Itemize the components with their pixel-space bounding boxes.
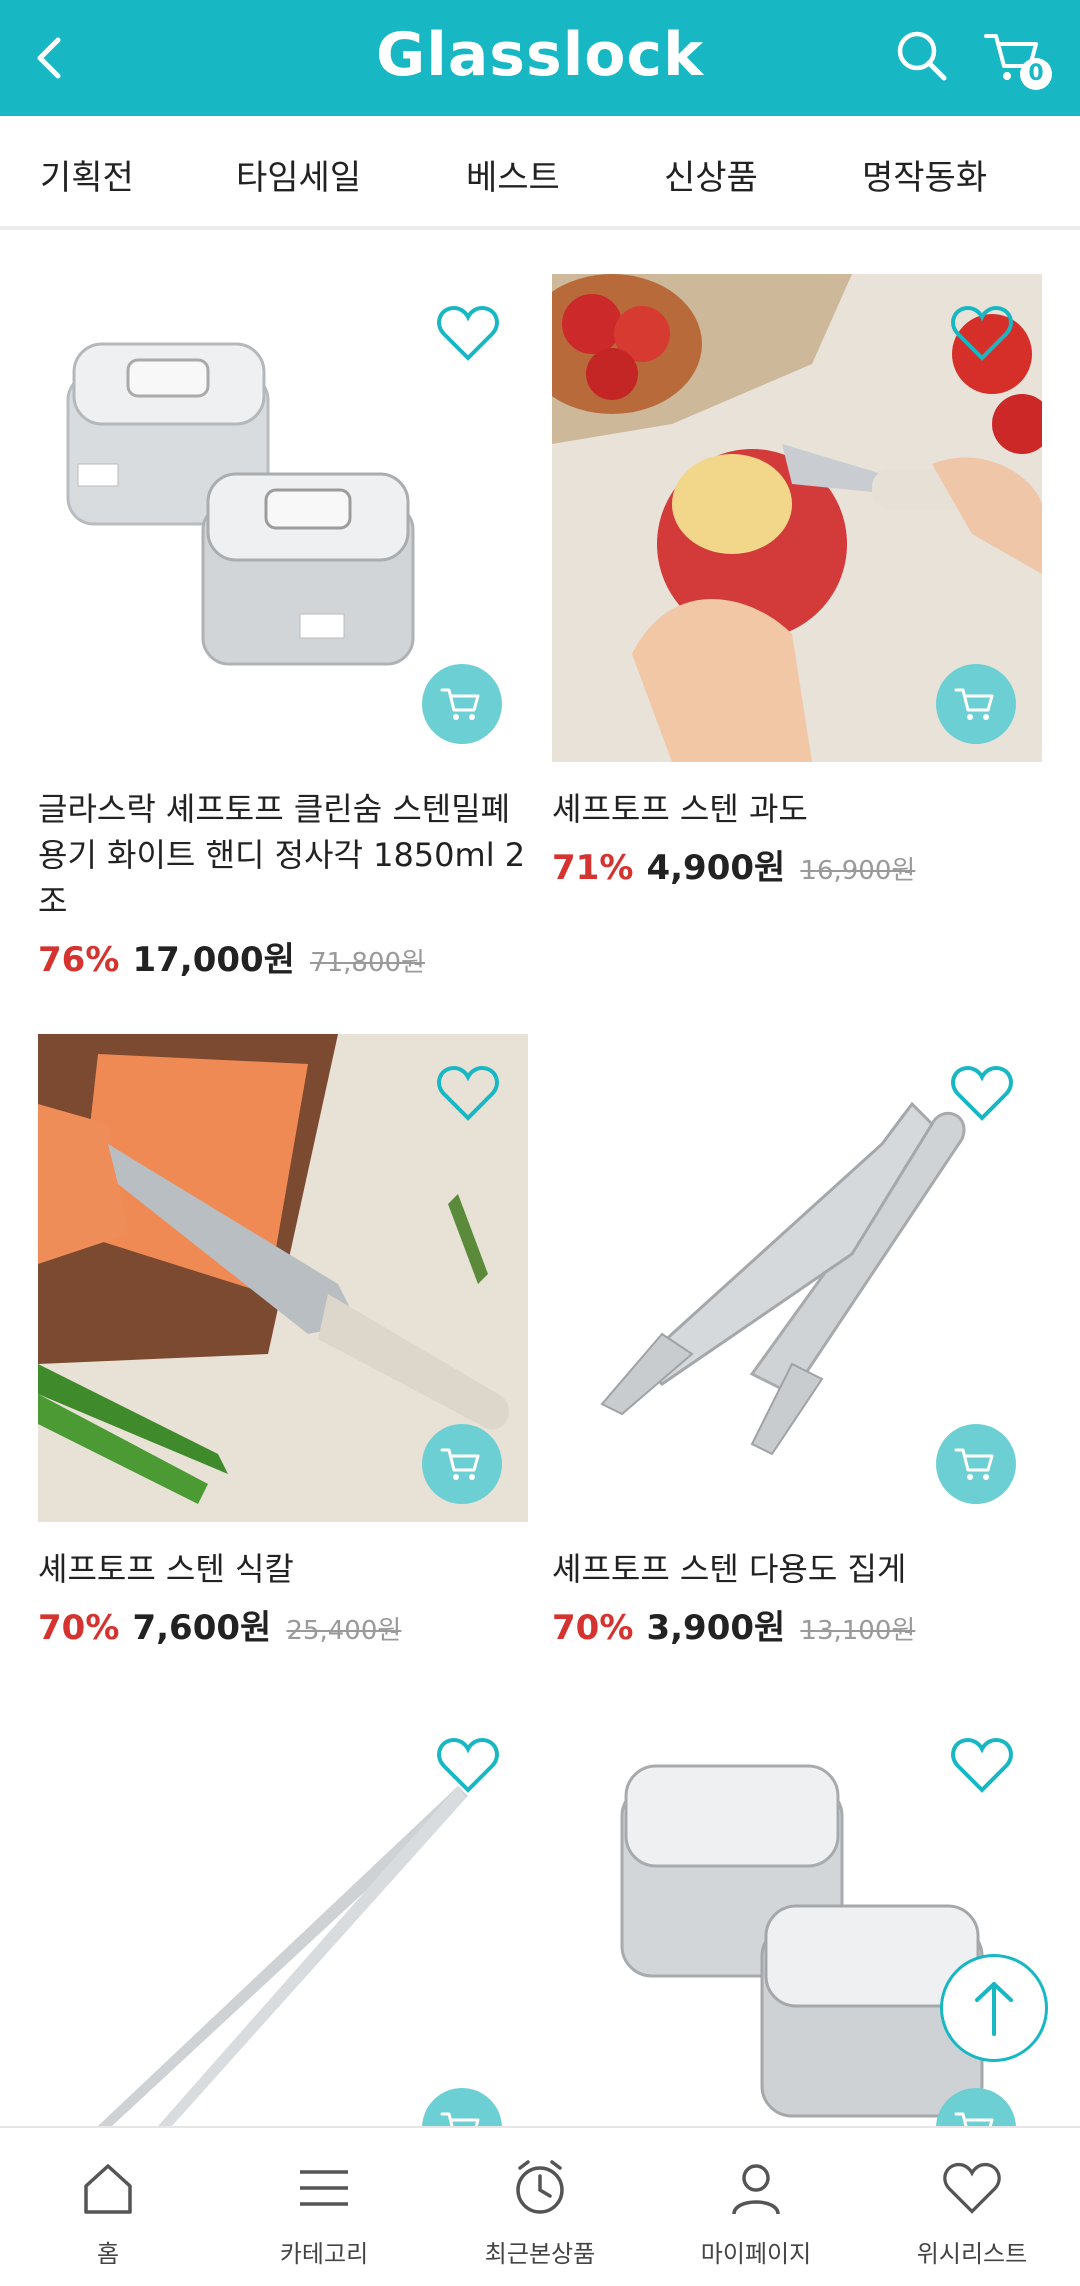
product-image[interactable] bbox=[38, 274, 528, 762]
discount-rate: 70% bbox=[552, 1608, 634, 1648]
product-card[interactable]: 셰프토프 스텐 과도 71% 4,900원 16,900원 bbox=[552, 274, 1042, 889]
cart-count-badge: 0 bbox=[1020, 58, 1052, 90]
menu-icon bbox=[300, 2170, 348, 2206]
product-name[interactable]: 셰프토프 스텐 식칼 bbox=[38, 1546, 528, 1592]
product-image[interactable] bbox=[38, 1706, 528, 2126]
product-image[interactable] bbox=[552, 274, 1042, 762]
wishlist-heart-button[interactable] bbox=[950, 304, 1014, 362]
nav-label: 마이페이지 bbox=[700, 2240, 812, 2268]
cart-icon bbox=[440, 1448, 480, 1480]
product-card[interactable]: 글라스락 셰프토프 클린숨 스텐밀폐용기 화이트 핸디 정사각 1850ml 2… bbox=[38, 274, 528, 981]
nav-label: 최근본상품 bbox=[484, 2240, 596, 2268]
product-card[interactable] bbox=[38, 1706, 528, 2126]
cart-icon bbox=[954, 2112, 994, 2126]
wishlist-heart-button[interactable] bbox=[950, 1064, 1014, 1122]
add-to-cart-button[interactable] bbox=[936, 664, 1016, 744]
scroll-to-top-button[interactable] bbox=[940, 1954, 1048, 2062]
heart-icon bbox=[437, 1737, 499, 1793]
sale-price: 17,000원 bbox=[132, 940, 295, 980]
nav-wishlist[interactable]: 위시리스트 bbox=[892, 2152, 1052, 2269]
nav-category[interactable]: 카테고리 bbox=[244, 2152, 404, 2269]
bottom-navigation: 홈 카테고리 최근본상품 마이페이지 위시리스트 bbox=[0, 2126, 1080, 2286]
cart-icon bbox=[954, 688, 994, 720]
wishlist-heart-button[interactable] bbox=[436, 304, 500, 362]
clock-icon bbox=[516, 2160, 564, 2214]
sale-price: 4,900원 bbox=[646, 848, 786, 888]
product-image[interactable] bbox=[552, 1706, 1042, 2126]
wishlist-heart-button[interactable] bbox=[436, 1736, 500, 1794]
nav-label: 위시리스트 bbox=[916, 2240, 1028, 2268]
cart-button[interactable]: 0 bbox=[982, 26, 1052, 90]
product-card[interactable]: 셰프토프 스텐 다용도 집게 70% 3,900원 13,100원 bbox=[552, 1034, 1042, 1649]
nav-label: 카테고리 bbox=[279, 2240, 369, 2268]
heart-icon bbox=[437, 1065, 499, 1121]
search-button[interactable] bbox=[892, 26, 952, 86]
discount-rate: 76% bbox=[38, 940, 120, 980]
original-price: 25,400원 bbox=[286, 1616, 402, 1646]
heart-icon bbox=[943, 2162, 1001, 2214]
arrow-up-icon bbox=[975, 1982, 1013, 2036]
wishlist-heart-button[interactable] bbox=[950, 1736, 1014, 1794]
discount-rate: 70% bbox=[38, 1608, 120, 1648]
tab-new[interactable]: 신상품 bbox=[664, 150, 758, 199]
discount-rate: 71% bbox=[552, 848, 634, 888]
sale-price: 3,900원 bbox=[646, 1608, 786, 1648]
heart-icon bbox=[951, 305, 1013, 361]
tab-timesale[interactable]: 타임세일 bbox=[236, 150, 361, 199]
price-line: 70% 7,600원 25,400원 bbox=[38, 1600, 528, 1649]
nav-home[interactable]: 홈 bbox=[28, 2152, 188, 2269]
tab-promotion[interactable]: 기획전 bbox=[40, 150, 134, 199]
cart-icon bbox=[440, 688, 480, 720]
original-price: 71,800원 bbox=[310, 948, 425, 978]
user-icon bbox=[732, 2164, 780, 2215]
product-card[interactable] bbox=[552, 1706, 1042, 2126]
add-to-cart-button[interactable] bbox=[422, 664, 502, 744]
add-to-cart-button[interactable] bbox=[422, 1424, 502, 1504]
product-name[interactable]: 글라스락 셰프토프 클린숨 스텐밀폐용기 화이트 핸디 정사각 1850ml 2… bbox=[38, 786, 528, 924]
product-name[interactable]: 셰프토프 스텐 과도 bbox=[552, 786, 1042, 832]
heart-icon bbox=[437, 305, 499, 361]
wishlist-heart-button[interactable] bbox=[436, 1064, 500, 1122]
nav-recent[interactable]: 최근본상품 bbox=[460, 2152, 620, 2269]
app-header: Glasslock 0 bbox=[0, 0, 1080, 116]
nav-mypage[interactable]: 마이페이지 bbox=[676, 2152, 836, 2269]
price-line: 70% 3,900원 13,100원 bbox=[552, 1600, 1042, 1649]
original-price: 16,900원 bbox=[800, 856, 916, 886]
heart-icon bbox=[951, 1737, 1013, 1793]
price-line: 71% 4,900원 16,900원 bbox=[552, 840, 1042, 889]
product-image[interactable] bbox=[38, 1034, 528, 1522]
tab-best[interactable]: 베스트 bbox=[466, 150, 560, 199]
price-line: 76% 17,000원 71,800원 bbox=[38, 932, 528, 981]
heart-icon bbox=[951, 1065, 1013, 1121]
tab-fairytale[interactable]: 명작동화 bbox=[862, 150, 987, 199]
sale-price: 7,600원 bbox=[132, 1608, 272, 1648]
category-tabs: 기획전 타임세일 베스트 신상품 명작동화 bbox=[0, 116, 1080, 230]
cart-icon bbox=[954, 1448, 994, 1480]
home-icon bbox=[84, 2164, 132, 2214]
original-price: 13,100원 bbox=[800, 1616, 916, 1646]
add-to-cart-button[interactable] bbox=[936, 1424, 1016, 1504]
product-card[interactable]: 셰프토프 스텐 식칼 70% 7,600원 25,400원 bbox=[38, 1034, 528, 1649]
product-name[interactable]: 셰프토프 스텐 다용도 집게 bbox=[552, 1546, 1042, 1592]
product-image[interactable] bbox=[552, 1034, 1042, 1522]
nav-label: 홈 bbox=[96, 2240, 120, 2268]
cart-icon bbox=[440, 2112, 480, 2126]
search-icon bbox=[897, 31, 947, 81]
